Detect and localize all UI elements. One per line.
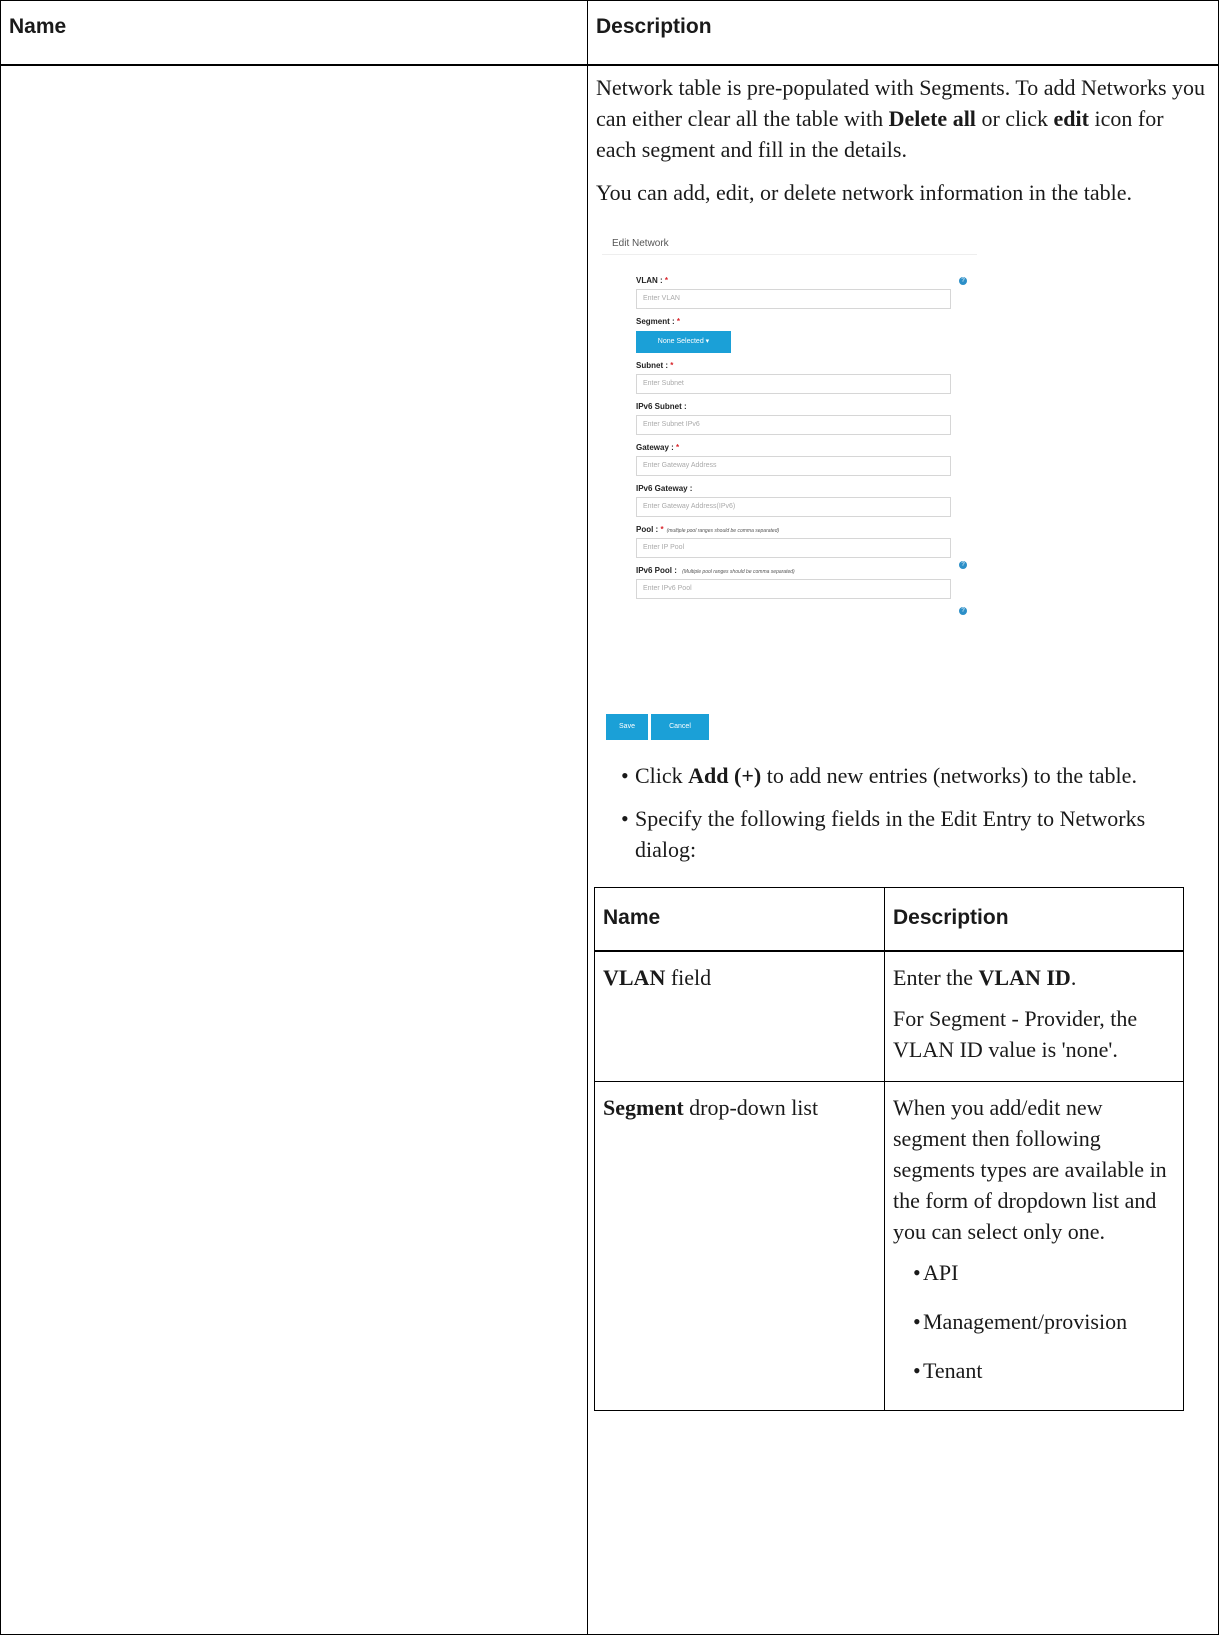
- vlan-field-description: Enter the VLAN ID. For Segment - Provide…: [884, 950, 1184, 1082]
- instruction-list: Click Add (+) to add new entries (networ…: [596, 760, 1208, 865]
- pool-label: Pool : * (multiple pool ranges should be …: [636, 524, 780, 534]
- header-name: Name: [0, 0, 588, 66]
- add-label: Add (+): [688, 762, 762, 788]
- save-button: Save: [606, 713, 648, 740]
- ipv6-pool-label: IPv6 Pool : (Multiple pool ranges should…: [636, 565, 795, 575]
- ipv6-subnet-input: Enter Subnet IPv6: [636, 414, 951, 435]
- instruction-specify: Specify the following fields in the Edit…: [621, 803, 1208, 865]
- ipv6-pool-input: Enter IPv6 Pool: [636, 578, 951, 599]
- table-row: VLAN field Enter the VLAN ID. For Segmen…: [594, 950, 1184, 1082]
- intro-paragraph: Network table is pre-populated with Segm…: [596, 74, 1206, 162]
- vlan-field-name: VLAN field: [594, 950, 885, 1082]
- name-cell: [0, 64, 588, 1635]
- fields-table: Name Description VLAN field Enter the VL…: [594, 886, 1184, 1411]
- description-cell: Network table is pre-populated with Segm…: [587, 64, 1219, 1635]
- outer-table: Name Description Network table is pre-po…: [0, 0, 1219, 1635]
- ipv6-subnet-label: IPv6 Subnet :: [636, 401, 687, 411]
- inner-header-description: Description: [884, 886, 1184, 952]
- segment-dropdown-button: None Selected ▾: [636, 330, 731, 353]
- ipv6-gateway-input: Enter Gateway Address(IPv6): [636, 496, 951, 517]
- edit-network-dialog-screenshot: Edit Network ? VLAN : * Enter VLAN Segme…: [602, 228, 977, 740]
- list-item: Management/provision: [913, 1306, 1175, 1337]
- vlan-input: Enter VLAN: [636, 288, 951, 309]
- list-item: API: [913, 1257, 1175, 1288]
- dialog-button-row: Save Cancel: [606, 713, 977, 740]
- edit-label: edit: [1053, 105, 1089, 131]
- ipv6-gateway-label: IPv6 Gateway :: [636, 483, 693, 493]
- segment-label: Segment : *: [636, 316, 681, 326]
- segment-field-name: Segment drop-down list: [594, 1081, 885, 1411]
- dialog-title: Edit Network: [612, 237, 669, 249]
- ipv6-pool-help-icon: ?: [959, 606, 967, 615]
- subnet-input: Enter Subnet: [636, 373, 951, 394]
- gateway-input: Enter Gateway Address: [636, 455, 951, 476]
- dialog-body: ? VLAN : * Enter VLAN Segment : * None S…: [602, 253, 977, 694]
- vlan-help-icon: ?: [959, 276, 967, 285]
- pool-help-icon: ?: [959, 560, 967, 569]
- segment-field-description: When you add/edit new segment then follo…: [884, 1081, 1184, 1411]
- gateway-label: Gateway : *: [636, 442, 680, 452]
- cancel-button: Cancel: [651, 713, 709, 740]
- subnet-label: Subnet : *: [636, 360, 674, 370]
- header-description: Description: [587, 0, 1219, 66]
- vlan-label: VLAN : *: [636, 275, 669, 285]
- instruction-add: Click Add (+) to add new entries (networ…: [621, 760, 1208, 791]
- list-item: Tenant: [913, 1355, 1175, 1386]
- intro-paragraph-2: You can add, edit, or delete network inf…: [596, 179, 1133, 205]
- segment-types-list: API Management/provision Tenant: [893, 1257, 1175, 1386]
- delete-all-label: Delete all: [888, 105, 976, 131]
- inner-header-name: Name: [594, 886, 885, 952]
- table-row: Segment drop-down list When you add/edit…: [594, 1081, 1184, 1411]
- pool-input: Enter IP Pool: [636, 537, 951, 558]
